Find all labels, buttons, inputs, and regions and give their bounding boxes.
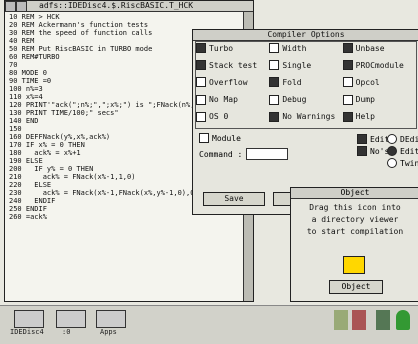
option-label: Stack test bbox=[209, 60, 258, 70]
option-checkbox[interactable] bbox=[342, 94, 353, 105]
icon-bar: IDEDisc4 :0 Apps bbox=[0, 305, 418, 344]
option-unbase[interactable]: Unbase bbox=[342, 42, 416, 54]
choice-dedit-label: DEdit bbox=[400, 134, 418, 144]
option-label: Dump bbox=[355, 95, 375, 105]
object-button[interactable]: Object bbox=[329, 280, 383, 294]
drag-object-icon[interactable] bbox=[343, 256, 365, 274]
nos-checkbox[interactable] bbox=[357, 146, 367, 156]
device-label-3: Apps bbox=[100, 328, 117, 336]
object-title[interactable]: Object bbox=[291, 188, 418, 199]
rb-icon[interactable] bbox=[352, 310, 366, 330]
apps-icon[interactable] bbox=[96, 310, 126, 328]
option-checkbox[interactable] bbox=[196, 111, 206, 122]
option-label: Single bbox=[282, 60, 312, 70]
option-procmodule[interactable]: PROCmodule bbox=[342, 59, 416, 71]
code-line: 10 REM > HCK bbox=[9, 13, 60, 21]
option-dump[interactable]: Dump bbox=[342, 94, 416, 106]
code-line: 20 REM Ackermann's function tests bbox=[9, 21, 149, 29]
object-window: Object Drag this icon into a directory v… bbox=[290, 187, 418, 302]
save-button[interactable]: Save bbox=[203, 192, 265, 206]
option-checkbox[interactable] bbox=[269, 60, 280, 71]
nos-row[interactable]: No's bbox=[357, 145, 389, 157]
option-checkbox[interactable] bbox=[269, 111, 280, 122]
tool-icon[interactable] bbox=[334, 310, 348, 330]
edit-checkbox[interactable] bbox=[357, 134, 367, 144]
module-row[interactable]: Module bbox=[199, 133, 241, 143]
instr-line-2: a directory viewer bbox=[311, 215, 399, 224]
option-label: Opcol bbox=[355, 77, 380, 87]
option-fold[interactable]: Fold bbox=[269, 76, 342, 88]
option-checkbox[interactable] bbox=[269, 43, 280, 53]
option-checkbox[interactable] bbox=[196, 94, 206, 105]
option-label: Help bbox=[355, 112, 375, 122]
option-checkbox[interactable] bbox=[196, 77, 206, 88]
acorn-icon[interactable] bbox=[396, 310, 410, 330]
option-label: No Warnings bbox=[282, 112, 336, 122]
option-label: PROCmodule bbox=[355, 60, 404, 70]
device-label-2: :0 bbox=[62, 328, 71, 336]
command-row: Command : bbox=[199, 148, 289, 160]
back-icon[interactable] bbox=[5, 1, 16, 12]
choice-dedit[interactable]: DEdit bbox=[387, 133, 418, 145]
instr-line-3: to start compilation bbox=[306, 227, 404, 236]
module-checkbox[interactable] bbox=[199, 133, 209, 143]
command-input[interactable] bbox=[246, 148, 289, 160]
option-label: Fold bbox=[282, 77, 302, 87]
option-debug[interactable]: Debug bbox=[269, 94, 342, 106]
option-label: OS 0 bbox=[209, 112, 229, 122]
device-label-1: IDEDisc4 bbox=[10, 328, 44, 336]
option-checkbox[interactable] bbox=[342, 60, 353, 71]
close-icon[interactable] bbox=[16, 1, 27, 12]
option-width[interactable]: Width bbox=[269, 42, 342, 54]
option-checkbox[interactable] bbox=[269, 77, 280, 88]
option-checkbox[interactable] bbox=[196, 60, 206, 71]
option-stack-test[interactable]: Stack test bbox=[196, 59, 269, 71]
dialog-title[interactable]: Compiler Options bbox=[193, 30, 418, 41]
instr-line-1: Drag this icon into bbox=[309, 203, 401, 212]
option-opcol[interactable]: Opcol bbox=[342, 76, 416, 88]
option-label: Turbo bbox=[209, 43, 234, 53]
option-turbo[interactable]: Turbo bbox=[196, 42, 269, 54]
option-no-map[interactable]: No Map bbox=[196, 94, 269, 106]
radio-twin[interactable] bbox=[387, 158, 397, 168]
option-checkbox[interactable] bbox=[269, 94, 280, 105]
harddisc-icon[interactable] bbox=[14, 310, 44, 328]
option-label: Debug bbox=[282, 95, 307, 105]
option-help[interactable]: Help bbox=[342, 111, 416, 123]
options-grid: Turbo Width Unbase Stack test Single PROCmodu… bbox=[196, 42, 416, 126]
option-os-0[interactable]: OS 0 bbox=[196, 111, 269, 123]
option-checkbox[interactable] bbox=[342, 77, 353, 88]
choice-twin[interactable]: Twin bbox=[387, 157, 418, 169]
command-label: Command : bbox=[199, 149, 243, 159]
option-single[interactable]: Single bbox=[269, 59, 342, 71]
option-label: No Map bbox=[209, 95, 238, 105]
edit-options: Edit No's bbox=[357, 133, 389, 157]
option-no-warnings[interactable]: No Warnings bbox=[269, 111, 342, 123]
edit-row[interactable]: Edit bbox=[357, 133, 389, 145]
editor-choice-group: DEdit Edit Twin bbox=[387, 133, 418, 169]
option-overflow[interactable]: Overflow bbox=[196, 76, 269, 88]
option-checkbox[interactable] bbox=[342, 43, 353, 53]
option-label: Width bbox=[282, 43, 307, 53]
choice-edit[interactable]: Edit bbox=[387, 145, 418, 157]
choice-edit-label: Edit bbox=[400, 146, 418, 156]
option-label: Overflow bbox=[209, 77, 248, 87]
object-instructions: Drag this icon into a directory viewer t… bbox=[291, 202, 418, 238]
radio-dedit[interactable] bbox=[387, 134, 397, 144]
module-label: Module bbox=[212, 133, 241, 143]
radio-edit[interactable] bbox=[387, 146, 397, 156]
printer-icon[interactable] bbox=[376, 310, 390, 330]
floppy-icon[interactable] bbox=[56, 310, 86, 328]
choice-twin-label: Twin bbox=[400, 158, 418, 168]
editor-title[interactable]: adfs::IDEDisc4.$.RiscBASIC.T_HCK bbox=[5, 1, 253, 12]
option-checkbox[interactable] bbox=[196, 43, 206, 53]
option-label: Unbase bbox=[355, 43, 385, 53]
option-checkbox[interactable] bbox=[342, 111, 353, 122]
